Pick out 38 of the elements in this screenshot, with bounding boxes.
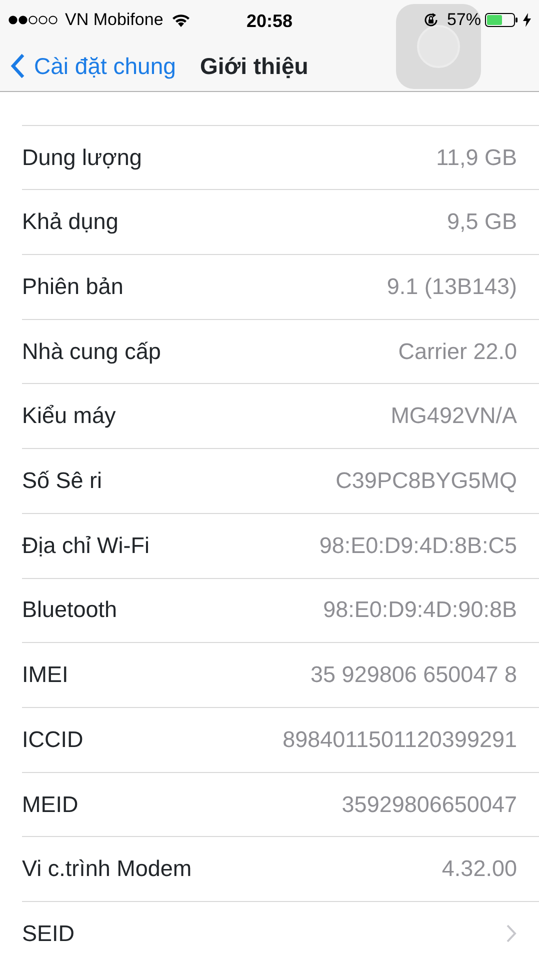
row-value: 98:E0:D9:4D:90:8B	[323, 596, 517, 624]
row-value: 9,5 GB	[446, 208, 517, 236]
battery-icon	[485, 13, 519, 27]
row-value: Carrier 22.0	[398, 338, 517, 366]
row-label: Khả dụng	[22, 208, 118, 236]
charging-icon	[523, 13, 531, 27]
row-label: Phiên bản	[22, 273, 124, 302]
row-label: Kiểu máy	[22, 402, 116, 430]
row-label: Địa chỉ Wi-Fi	[22, 532, 150, 560]
back-chevron-icon	[10, 53, 26, 79]
row-label: Nhà cung cấp	[22, 338, 161, 366]
row-value: 11,9 GB	[436, 144, 517, 172]
rotation-lock-icon	[422, 12, 439, 28]
row-label: ICCID	[22, 726, 84, 754]
row-label: Dung lượng	[22, 144, 142, 172]
clock-time: 20:58	[246, 11, 293, 31]
row-value: 8984011501120399291	[282, 726, 517, 754]
row-value: 98:E0:D9:4D:8B:C5	[319, 532, 517, 560]
row-label: IMEI	[22, 661, 68, 690]
row-value: C39PC8BYG5MQ	[336, 467, 517, 496]
back-button[interactable]: Cài đặt chung	[0, 48, 176, 84]
row-label: Vi c.trình Modem	[22, 855, 192, 884]
carrier-name: VN Mobifone	[65, 9, 164, 32]
settings-row[interactable]: SEID	[22, 902, 539, 960]
row-label: SEID	[22, 920, 75, 948]
battery-percentage: 57%	[446, 9, 481, 32]
row-value: MG492VN/A	[390, 402, 517, 430]
row-value: 9.1 (13B143)	[386, 273, 517, 302]
assistive-touch-button[interactable]	[396, 4, 481, 89]
row-label: Số Sê ri	[22, 467, 102, 496]
row-label: Bluetooth	[22, 596, 118, 624]
row-value: 4.32.00	[442, 855, 517, 884]
row-value: 35929806650047	[342, 790, 517, 819]
page-title: Giới thiệu	[200, 52, 308, 81]
row-label: MEID	[22, 790, 78, 819]
chevron-icon	[506, 924, 517, 944]
wifi-icon	[171, 12, 192, 28]
row-value: 35 929806 650047 8	[310, 661, 517, 690]
